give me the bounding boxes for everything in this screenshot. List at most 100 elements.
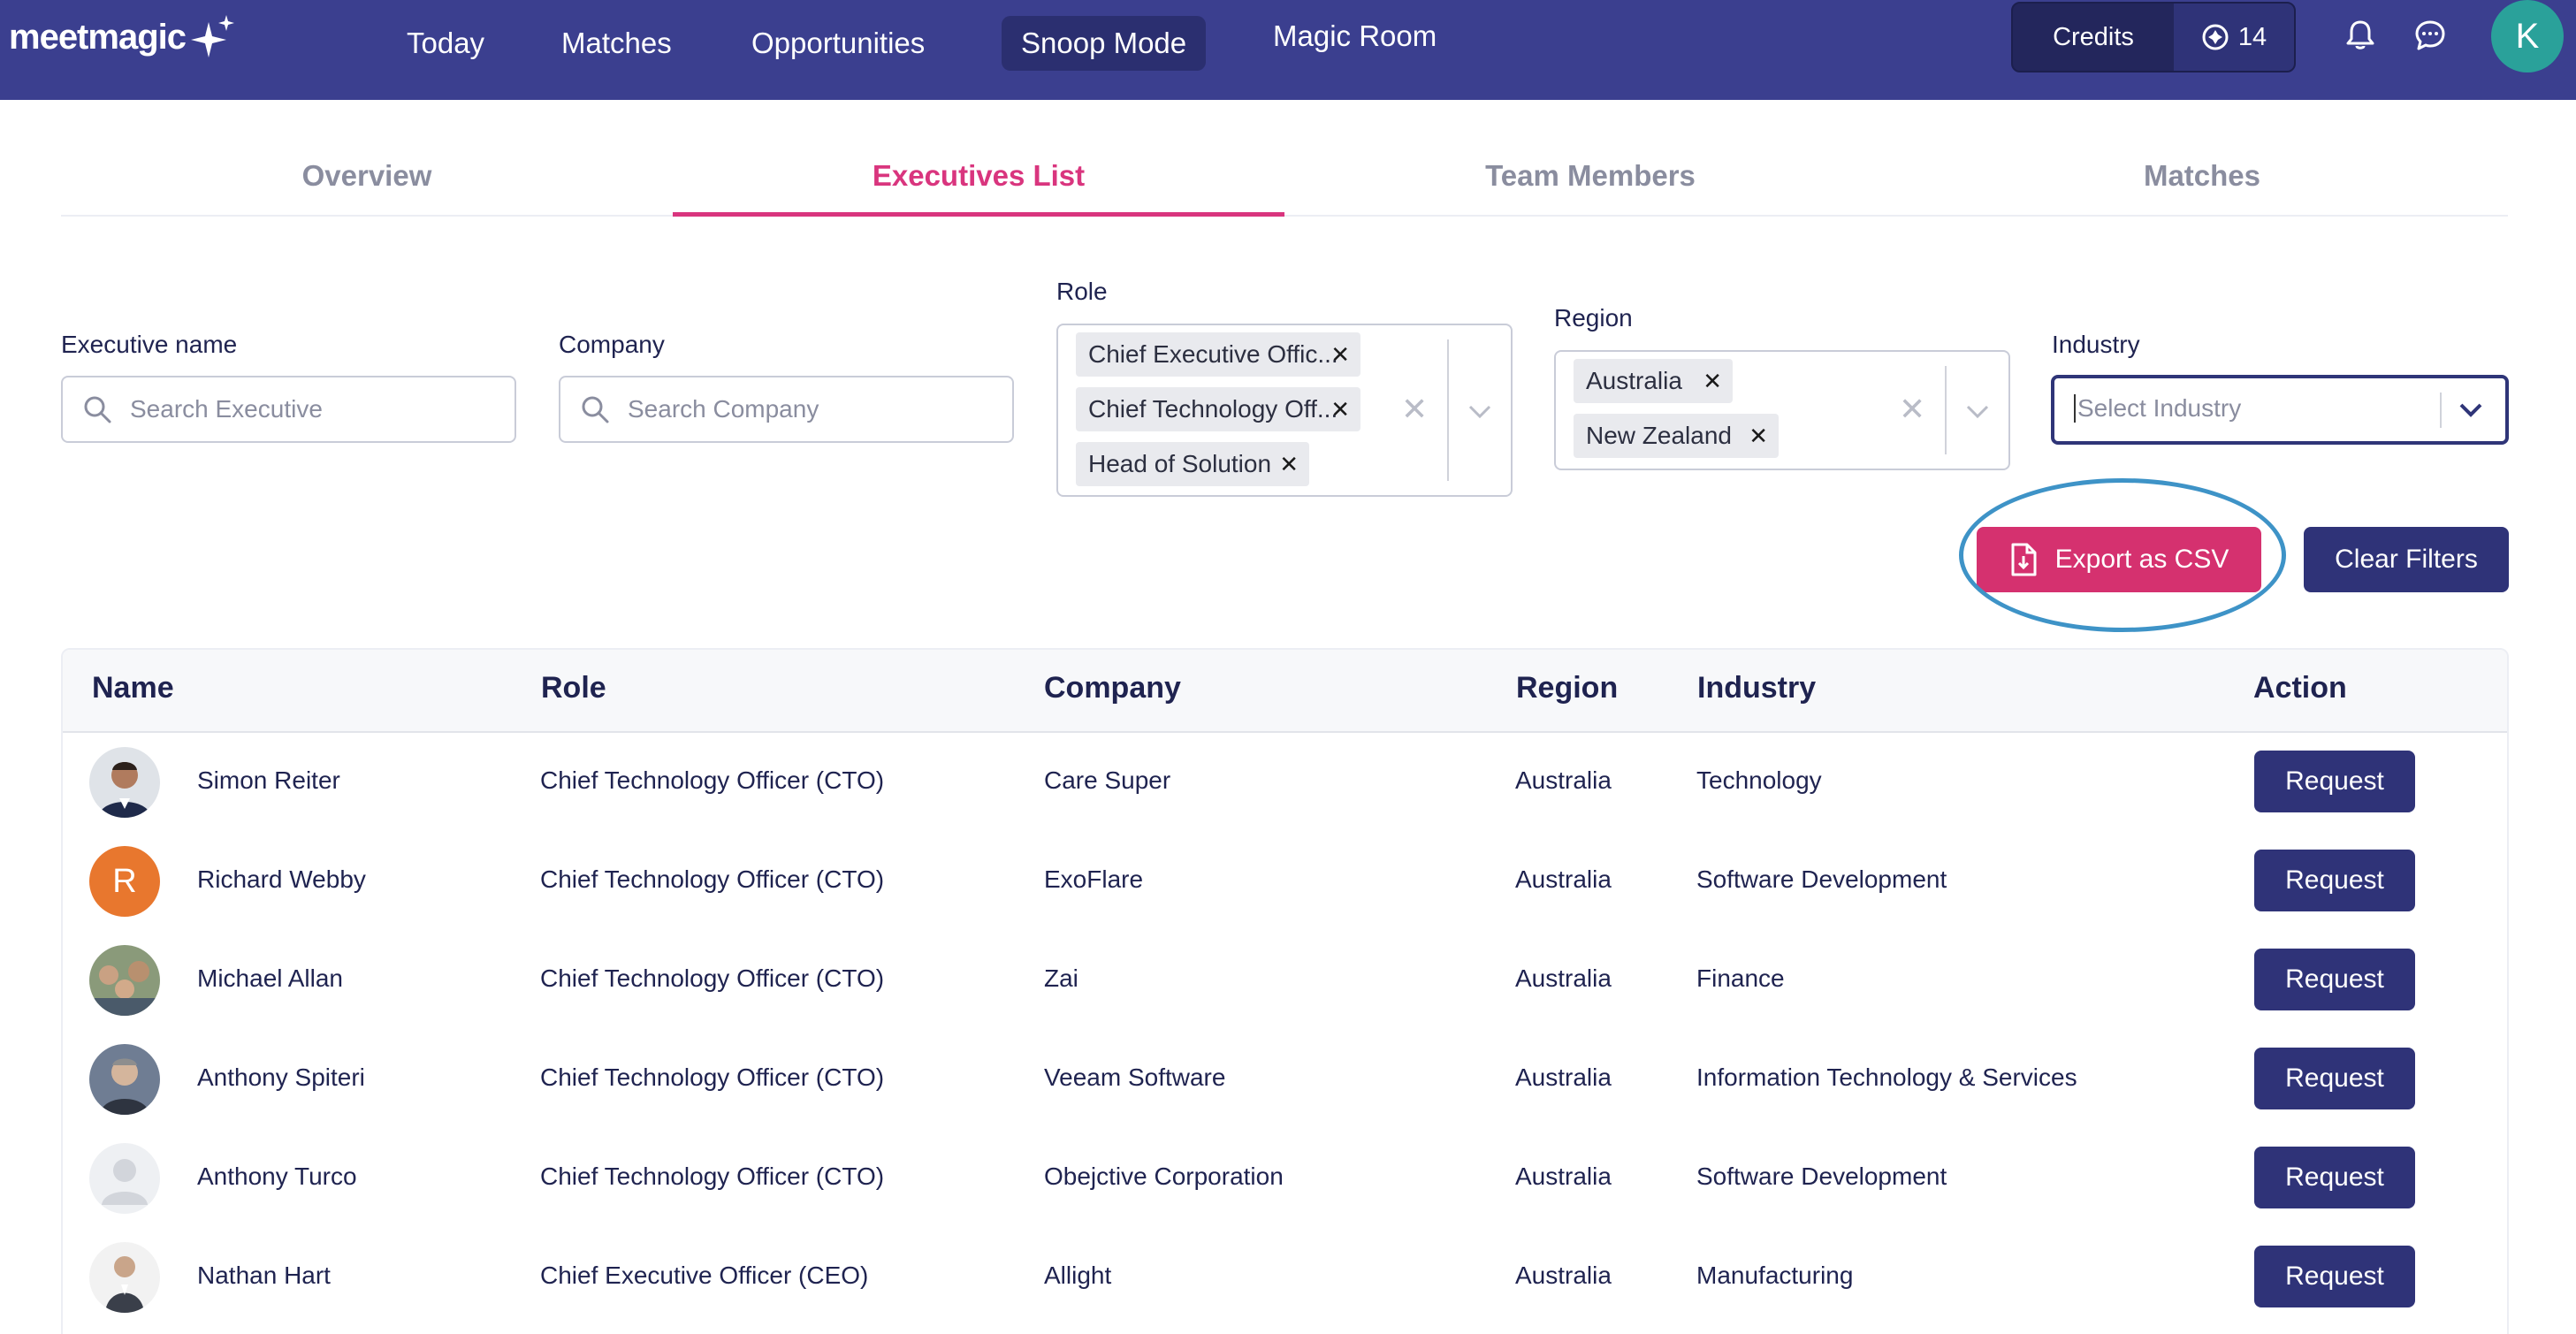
separator <box>1447 339 1449 481</box>
executives-table: Name Role Company Region Industry Action… <box>61 648 2509 1334</box>
bell-icon[interactable] <box>2343 18 2378 53</box>
role-chip: Head of Solution ✕ <box>1076 442 1309 486</box>
tab-executives-list[interactable]: Executives List <box>673 141 1284 217</box>
industry-select[interactable]: Select Industry <box>2051 375 2509 445</box>
credits-label: Credits <box>2053 22 2134 51</box>
clear-selection-icon[interactable]: ✕ <box>1401 391 1428 428</box>
tab-overview[interactable]: Overview <box>61 141 673 215</box>
exec-role: Chief Technology Officer (CTO) <box>540 865 885 893</box>
remove-chip-icon[interactable]: ✕ <box>1330 341 1350 369</box>
avatar <box>89 1242 160 1313</box>
remove-chip-icon[interactable]: ✕ <box>1330 396 1350 423</box>
exec-role: Chief Technology Officer (CTO) <box>540 964 885 992</box>
avatar <box>89 747 160 818</box>
table-row: Michael Allan Chief Technology Officer (… <box>63 931 2507 1030</box>
region-chip-label: Australia <box>1586 367 1682 394</box>
region-chip: Australia ✕ <box>1574 359 1733 403</box>
role-chip-label: Chief Executive Offic... <box>1088 340 1338 368</box>
search-icon <box>582 396 609 423</box>
clear-selection-icon[interactable]: ✕ <box>1899 391 1925 428</box>
request-button[interactable]: Request <box>2254 1246 2415 1307</box>
top-nav: meetmagic Today Matches Opportunities Sn… <box>0 0 2576 100</box>
credits-widget[interactable]: Credits 14 <box>2011 2 2296 72</box>
nav-link-magic-room[interactable]: Magic Room <box>1254 9 1456 64</box>
chevron-down-icon[interactable] <box>1467 403 1493 421</box>
table-row: Nathan Hart Chief Executive Officer (CEO… <box>63 1228 2507 1327</box>
exec-name: Michael Allan <box>197 964 343 992</box>
request-button[interactable]: Request <box>2254 1048 2415 1109</box>
industry-placeholder: Select Industry <box>2074 394 2241 423</box>
nav-link-today[interactable]: Today <box>387 16 504 71</box>
exec-region: Australia <box>1515 766 1612 794</box>
nav-link-matches[interactable]: Matches <box>542 16 691 71</box>
exec-industry: Manufacturing <box>1696 1262 1854 1289</box>
avatar: R <box>89 846 160 917</box>
exec-name: Simon Reiter <box>197 766 340 794</box>
table-row: R Richard Webby Chief Technology Officer… <box>63 832 2507 931</box>
chat-icon[interactable] <box>2412 18 2448 53</box>
exec-name: Nathan Hart <box>197 1262 331 1289</box>
nav-link-snoop-mode[interactable]: Snoop Mode <box>1002 16 1207 71</box>
region-label: Region <box>1554 304 1633 332</box>
exec-region: Australia <box>1515 964 1612 992</box>
executive-name-label: Executive name <box>61 331 238 358</box>
search-icon <box>84 396 111 423</box>
exec-region: Australia <box>1515 1162 1612 1190</box>
exec-name: Anthony Spiteri <box>197 1063 365 1091</box>
remove-chip-icon[interactable]: ✕ <box>1703 368 1722 395</box>
sparkle-icon <box>190 15 234 57</box>
company-search-input[interactable]: Search Company <box>559 376 1014 443</box>
request-button[interactable]: Request <box>2254 949 2415 1010</box>
nav-link-opportunities[interactable]: Opportunities <box>732 16 944 71</box>
exec-name: Anthony Turco <box>197 1162 357 1190</box>
table-header: Name Role Company Region Industry Action <box>63 650 2507 733</box>
request-button[interactable]: Request <box>2254 751 2415 812</box>
exec-role: Chief Executive Officer (CEO) <box>540 1262 869 1289</box>
role-multiselect[interactable]: Chief Executive Offic... ✕ Chief Technol… <box>1056 324 1513 497</box>
role-chip: Chief Technology Off... ✕ <box>1076 387 1360 431</box>
exec-company: Care Super <box>1044 766 1171 794</box>
header-action: Action <box>2253 671 2347 705</box>
tab-bar: Overview Executives List Team Members Ma… <box>61 141 2508 217</box>
header-region: Region <box>1516 671 1619 705</box>
tab-team-members[interactable]: Team Members <box>1284 141 1896 215</box>
company-label: Company <box>559 331 665 358</box>
exec-name: Richard Webby <box>197 865 366 893</box>
industry-label: Industry <box>2052 331 2140 358</box>
tab-matches[interactable]: Matches <box>1896 141 2508 215</box>
exec-region: Australia <box>1515 1262 1612 1289</box>
executive-search-input[interactable]: Search Executive <box>61 376 516 443</box>
avatar <box>89 945 160 1016</box>
exec-industry: Finance <box>1696 964 1785 992</box>
clear-filters-button[interactable]: Clear Filters <box>2304 527 2509 592</box>
request-button[interactable]: Request <box>2254 1147 2415 1208</box>
exec-role: Chief Technology Officer (CTO) <box>540 1063 885 1091</box>
logo[interactable]: meetmagic <box>9 11 237 64</box>
exec-company: Zai <box>1044 964 1078 992</box>
region-multiselect[interactable]: Australia ✕ New Zealand ✕ ✕ <box>1554 350 2010 470</box>
table-row: Anthony Turco Chief Technology Officer (… <box>63 1129 2507 1228</box>
chevron-down-icon[interactable] <box>2458 401 2484 419</box>
table-row: Simon Reiter Chief Technology Officer (C… <box>63 733 2507 832</box>
exec-role: Chief Technology Officer (CTO) <box>540 766 885 794</box>
exec-company: Obejctive Corporation <box>1044 1162 1284 1190</box>
avatar-placeholder-icon <box>89 1143 160 1214</box>
role-chip-label: Chief Technology Off... <box>1088 395 1338 423</box>
exec-region: Australia <box>1515 1063 1612 1091</box>
exec-company: Veeam Software <box>1044 1063 1226 1091</box>
credit-coin-icon <box>2202 24 2229 50</box>
chevron-down-icon[interactable] <box>1964 403 1991 421</box>
user-avatar[interactable]: K <box>2491 0 2564 72</box>
request-button[interactable]: Request <box>2254 850 2415 911</box>
logo-text: meetmagic <box>9 17 187 57</box>
remove-chip-icon[interactable]: ✕ <box>1279 451 1299 478</box>
remove-chip-icon[interactable]: ✕ <box>1749 423 1768 450</box>
role-chip-label: Head of Solution <box>1088 450 1272 477</box>
highlight-ring <box>1959 478 2286 632</box>
header-industry: Industry <box>1697 671 1817 705</box>
company-search-placeholder: Search Company <box>628 395 819 423</box>
separator <box>2440 393 2442 428</box>
region-chip-label: New Zealand <box>1586 422 1732 449</box>
role-label: Role <box>1056 278 1108 305</box>
avatar <box>89 1044 160 1115</box>
